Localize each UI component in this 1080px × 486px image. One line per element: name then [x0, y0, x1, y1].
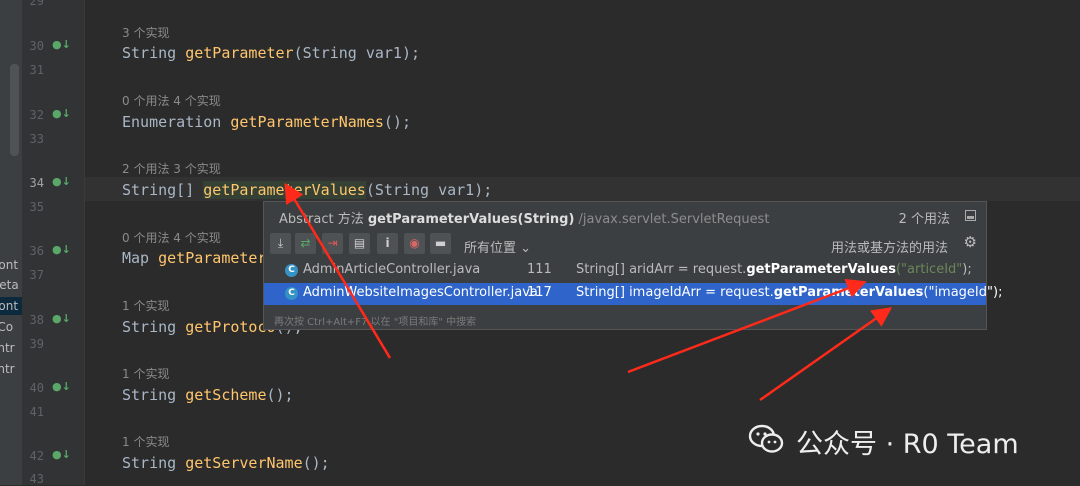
implemented-down-arrow-icon[interactable]: ●↓	[52, 107, 71, 120]
line-number: 32	[29, 108, 44, 122]
arrow-to-row-1	[627, 278, 867, 374]
line-number: 41	[29, 405, 44, 419]
arrow-to-row-2	[759, 307, 893, 402]
line-number: 38	[29, 313, 44, 327]
line-number: 39	[29, 337, 44, 351]
implemented-down-arrow-icon[interactable]: ●↓	[52, 38, 71, 51]
wechat-icon	[748, 424, 784, 453]
implemented-down-arrow-icon[interactable]: ●↓	[52, 243, 71, 256]
line-number: 42	[29, 449, 44, 463]
line-number: 35	[29, 200, 44, 214]
line-numbers: 29 30 ●↓ 31 32 ●↓ 33 34 ●↓ 35 36 ●↓ 37 38 ●↓ 39 40 ●↓ 41 42…	[22, 0, 84, 486]
line-number: 33	[29, 132, 44, 146]
arrow-to-method	[284, 182, 392, 359]
line-number: 37	[29, 268, 44, 282]
line-number: 29	[29, 0, 44, 8]
implemented-down-arrow-icon[interactable]: ●↓	[52, 448, 71, 461]
line-number: 34	[29, 176, 44, 190]
implemented-down-arrow-icon[interactable]: ●↓	[52, 380, 71, 393]
watermark-text: 公众号 · R0 Team	[796, 429, 1019, 460]
line-number: 36	[29, 244, 44, 258]
line-number: 30	[29, 39, 44, 53]
line-number: 40	[29, 381, 44, 395]
line-number: 31	[29, 63, 44, 77]
line-number: 43	[29, 472, 44, 486]
implemented-down-arrow-icon[interactable]: ●↓	[52, 175, 71, 188]
implemented-down-arrow-icon[interactable]: ●↓	[52, 312, 71, 325]
annotation-arrows	[284, 182, 893, 402]
